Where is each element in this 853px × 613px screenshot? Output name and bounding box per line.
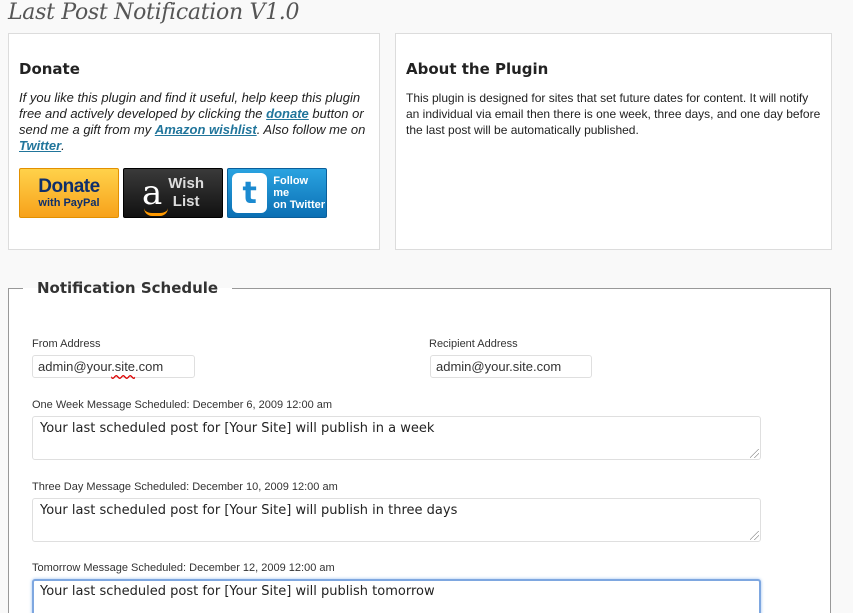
resize-grip-icon[interactable] — [750, 531, 759, 540]
week-message-textarea[interactable]: Your last scheduled post for [Your Site]… — [32, 416, 761, 460]
three-day-message-label: Three Day Message Scheduled: December 10… — [32, 481, 338, 493]
donate-panel: Donate If you like this plugin and find … — [8, 33, 380, 250]
about-heading: About the Plugin — [406, 60, 549, 78]
paypal-sub-label: with PayPal — [38, 197, 100, 209]
resize-grip-icon[interactable] — [750, 449, 759, 458]
donate-badges: Donate with PayPal a Wish List t Follow m… — [19, 168, 327, 218]
wishlist-label: Wish List — [168, 175, 204, 210]
tomorrow-message-textarea[interactable]: Your last scheduled post for [Your Site]… — [32, 579, 761, 613]
week-message-label: One Week Message Scheduled: December 6, … — [32, 399, 333, 411]
three-day-message-textarea[interactable]: Your last scheduled post for [Your Site]… — [32, 498, 761, 542]
twitter-link[interactable]: Twitter — [19, 138, 61, 153]
from-address-label: From Address — [32, 338, 101, 350]
paypal-donate-button[interactable]: Donate with PayPal — [19, 168, 119, 218]
paypal-donate-label: Donate — [38, 176, 100, 197]
page-title: Last Post Notification V1.0 — [8, 0, 300, 25]
twitter-logo-icon: t — [232, 173, 268, 213]
about-text: This plugin is designed for sites that s… — [406, 91, 821, 137]
donate-heading: Donate — [19, 60, 80, 78]
twitter-follow-button[interactable]: t Follow me on Twitter — [227, 168, 327, 218]
donate-text: If you like this plugin and find it usef… — [19, 90, 366, 153]
twitter-follow-label: Follow me on Twitter — [273, 175, 326, 211]
amazon-wishlist-button[interactable]: a Wish List — [123, 168, 223, 218]
amazon-wishlist-link[interactable]: Amazon wishlist — [155, 122, 257, 137]
tomorrow-message-label: Tomorrow Message Scheduled: December 12,… — [32, 562, 335, 574]
donate-link[interactable]: donate — [266, 106, 309, 121]
amazon-logo-icon: a — [142, 176, 168, 216]
notification-schedule-legend: Notification Schedule — [37, 279, 219, 297]
recipient-address-input[interactable]: admin@your.site.com — [430, 355, 592, 378]
about-panel: About the Plugin This plugin is designed… — [395, 33, 832, 250]
from-address-input[interactable]: admin@your.site.com — [32, 355, 195, 378]
recipient-address-label: Recipient Address — [429, 338, 518, 350]
